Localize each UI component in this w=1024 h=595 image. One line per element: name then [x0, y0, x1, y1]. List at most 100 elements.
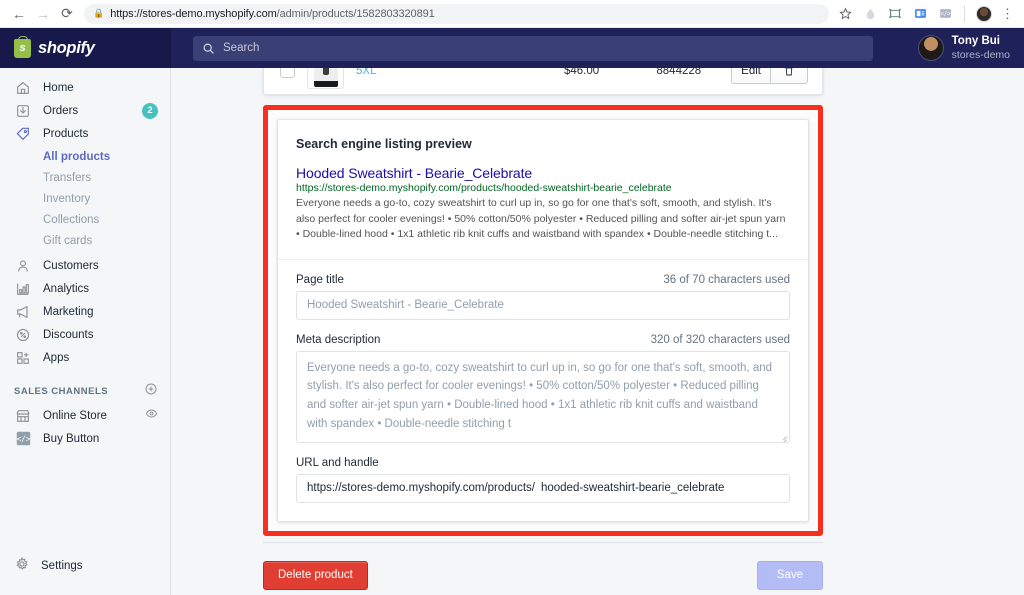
sidebar-item-inventory[interactable]: Inventory	[0, 188, 170, 209]
browser-extension-icons: </> ⋮	[837, 5, 1016, 22]
star-icon[interactable]	[837, 6, 853, 22]
meta-description-field-header: Meta description 320 of 320 characters u…	[296, 334, 790, 346]
sidebar-item-online-store[interactable]: Online Store	[0, 404, 170, 427]
sidebar-item-apps[interactable]: Apps	[0, 346, 170, 369]
page-title-input[interactable]: Hooded Sweatshirt - Bearie_Celebrate	[296, 290, 790, 320]
sidebar-item-discounts[interactable]: Discounts	[0, 323, 170, 346]
kebab-menu-icon[interactable]: ⋮	[1001, 7, 1014, 20]
settings-label: Settings	[41, 560, 83, 572]
preview-url: https://stores-demo.myshopify.com/produc…	[296, 182, 672, 194]
search-input[interactable]: Search	[193, 35, 873, 61]
table-row[interactable]: 5XL $46.00 8844228 Edit	[264, 68, 822, 94]
meta-description-field: Meta description 320 of 320 characters u…	[296, 334, 790, 443]
sidebar-item-label: Products	[43, 127, 89, 140]
sidebar-item-label: Buy Button	[43, 432, 100, 445]
meta-description-textarea[interactable]: Everyone needs a go-to, cozy sweatshirt …	[296, 350, 790, 443]
sidebar-item-customers[interactable]: Customers	[0, 254, 170, 277]
home-icon	[14, 79, 32, 97]
svg-text:</>: </>	[940, 11, 951, 18]
url-handle-field: URL and handle https://stores-demo.mysho…	[296, 457, 790, 503]
analytics-bars-icon	[14, 280, 32, 298]
customers-icon	[14, 257, 32, 275]
gear-icon	[14, 556, 30, 577]
product-thumbnail	[307, 68, 344, 89]
apps-grid-plus-icon	[14, 349, 32, 367]
back-icon[interactable]: ←	[8, 3, 30, 25]
toolbar-divider	[964, 5, 965, 22]
sidebar-item-label: Home	[43, 81, 74, 94]
page-title-counter: 36 of 70 characters used	[663, 273, 790, 286]
url-handle-input[interactable]: https://stores-demo.myshopify.com/produc…	[296, 473, 790, 503]
lock-icon: 🔒	[93, 8, 105, 18]
save-button[interactable]: Save	[756, 560, 823, 590]
sidebar-item-gift-cards[interactable]: Gift cards	[0, 230, 170, 251]
user-name: Tony Bui	[951, 35, 1000, 48]
code-brackets-icon: </>	[14, 430, 32, 448]
search-icon	[203, 43, 214, 54]
meta-description-value: Everyone needs a go-to, cozy sweatshirt …	[307, 361, 773, 430]
meta-description-counter: 320 of 320 characters used	[650, 333, 790, 346]
page-title-label: Page title	[296, 273, 344, 286]
sidebar-item-analytics[interactable]: Analytics	[0, 277, 170, 300]
discounts-tag-icon	[14, 326, 32, 344]
sidebar-item-collections[interactable]: Collections	[0, 209, 170, 230]
sidebar-item-orders[interactable]: Orders 2	[0, 99, 170, 122]
sidebar-item-label: Online Store	[43, 409, 107, 422]
url-handle-field-header: URL and handle	[296, 457, 790, 469]
products-subnav: All products Transfers Inventory Collect…	[0, 145, 170, 254]
sidebar-item-home[interactable]: Home	[0, 76, 170, 99]
drop-extension-icon[interactable]	[862, 6, 878, 22]
screen-capture-icon[interactable]	[887, 6, 903, 22]
preview-description: Everyone needs a go-to, cozy sweatshirt …	[296, 197, 786, 241]
reader-extension-icon[interactable]	[912, 6, 928, 22]
search-listing-preview: Hooded Sweatshirt - Bearie_Celebrate htt…	[278, 151, 808, 260]
shopify-logo[interactable]: s shopify	[0, 28, 171, 68]
sales-channels-header: SALES CHANNELS	[0, 378, 170, 404]
sidebar-item-label: Apps	[43, 351, 70, 364]
sidebar-item-marketing[interactable]: Marketing	[0, 300, 170, 323]
marketing-megaphone-icon	[14, 303, 32, 321]
sales-channels-title: SALES CHANNELS	[14, 385, 109, 397]
address-bar[interactable]: 🔒 https://stores-demo.myshopify.com/admi…	[84, 3, 829, 24]
browser-nav-buttons: ← → ⟳	[8, 3, 78, 25]
sidebar-item-label: Discounts	[43, 328, 94, 341]
code-extension-icon[interactable]: </>	[937, 6, 953, 22]
content-column: 5XL $46.00 8844228 Edit Search engine li…	[263, 68, 823, 595]
delete-product-button[interactable]: Delete product	[263, 560, 368, 590]
eye-icon[interactable]	[145, 407, 158, 425]
variants-card: 5XL $46.00 8844228 Edit	[263, 68, 823, 95]
variant-size[interactable]: 5XL	[356, 68, 523, 77]
trash-icon[interactable]	[771, 68, 808, 84]
variant-sku: 8844228	[656, 68, 702, 77]
user-menu[interactable]: Tony Bui stores-demo	[917, 34, 1024, 62]
row-actions: Edit	[731, 68, 808, 84]
url-handle-label: URL and handle	[296, 456, 379, 469]
reload-icon[interactable]: ⟳	[56, 3, 78, 25]
status-badge: 2	[142, 102, 158, 119]
page-title: Search engine listing preview	[296, 137, 472, 151]
resize-handle[interactable]	[779, 432, 787, 440]
preview-title: Hooded Sweatshirt - Bearie_Celebrate	[296, 165, 533, 181]
forward-icon[interactable]: →	[32, 3, 54, 25]
url-prefix: https://stores-demo.myshopify.com/produc…	[307, 482, 535, 495]
sidebar-item-settings[interactable]: Settings	[0, 553, 170, 579]
plus-circle-icon[interactable]	[144, 382, 158, 401]
footer-actions: Delete product Save	[263, 560, 823, 595]
brand-name: shopify	[38, 38, 95, 57]
sidebar-item-all-products[interactable]: All products	[0, 146, 170, 167]
sidebar: Home Orders 2 Products All products Tran…	[0, 68, 171, 595]
search-placeholder: Search	[223, 42, 260, 54]
products-tag-icon	[14, 125, 32, 143]
address-bar-url: https://stores-demo.myshopify.com/admin/…	[110, 7, 435, 20]
sidebar-item-products[interactable]: Products	[0, 122, 170, 145]
checkbox-unchecked[interactable]	[280, 68, 295, 78]
page-title-field: Page title 36 of 70 characters used Hood…	[296, 274, 790, 320]
app-shell: Home Orders 2 Products All products Tran…	[0, 68, 1024, 595]
edit-button[interactable]: Edit	[731, 68, 771, 84]
variant-price: $46.00	[563, 68, 600, 77]
sidebar-item-buy-button[interactable]: </> Buy Button	[0, 427, 170, 450]
sidebar-item-transfers[interactable]: Transfers	[0, 167, 170, 188]
avatar	[917, 35, 944, 61]
browser-profile-avatar[interactable]	[976, 5, 992, 22]
